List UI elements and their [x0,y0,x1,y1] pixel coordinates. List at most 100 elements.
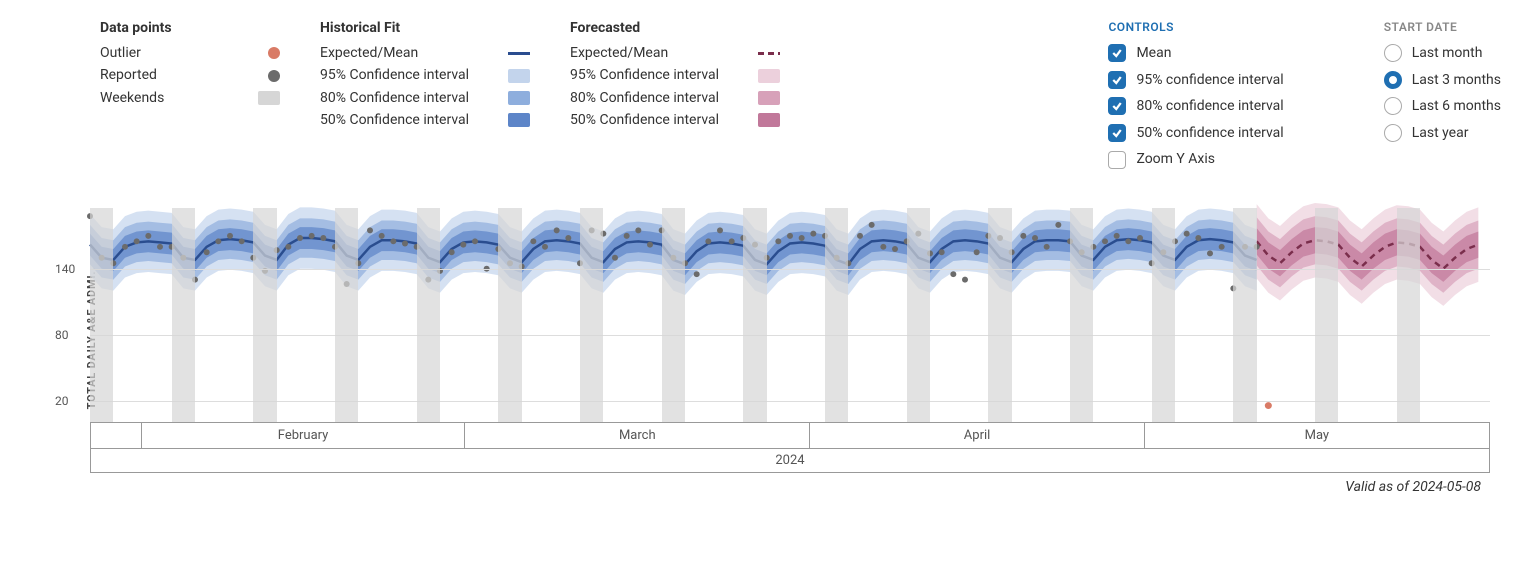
reported-point [402,240,408,246]
reported-point [1032,235,1038,241]
reported-point [145,233,151,239]
weekend-band [907,208,930,422]
reported-point [892,246,898,252]
start-date-radio[interactable]: Last 3 months [1384,67,1501,94]
checkbox-icon [1108,44,1126,62]
weekend-band [743,208,766,422]
radio-icon [1384,97,1402,115]
control-checkbox[interactable]: Mean [1108,40,1283,67]
reported-point [367,227,373,233]
start-date-radio[interactable]: Last year [1384,120,1501,147]
y-tick-label: 20 [55,394,69,408]
x-axis-month-cell [91,423,142,449]
reported-point [1102,238,1108,244]
legend-swatch-ci95 [508,69,530,83]
radio-icon [1384,124,1402,142]
x-axis-month-cell: February [142,423,465,449]
reported-point [787,233,793,239]
weekend-band [1233,208,1256,422]
valid-as-of: Valid as of 2024-05-08 [20,479,1501,495]
weekend-band [825,208,848,422]
legend-swatch-fmean-line [758,52,780,55]
reported-point [297,235,303,241]
reported-point [624,233,630,239]
reported-point [565,235,571,241]
reported-point [810,231,816,237]
x-axis-month-cell: April [810,423,1144,449]
reported-point [705,238,711,244]
reported-point [729,238,735,244]
reported-point [1125,238,1131,244]
weekend-band [172,208,195,422]
legend-item-label: Outlier [100,42,141,64]
start-date-radio[interactable]: Last 6 months [1384,93,1501,120]
legend-item-label: 50% Confidence interval [320,109,469,131]
controls-panel: CONTROLS Mean95% confidence interval80% … [1108,20,1283,173]
reported-point [449,249,455,255]
legend-item-label: Weekends [100,87,164,109]
legend-swatch-ci50 [508,113,530,127]
start-date-label: Last year [1412,120,1469,147]
legend-swatch-weekends [258,91,280,105]
reported-point [1044,244,1050,250]
reported-point [962,277,968,283]
reported-point [857,233,863,239]
control-checkbox[interactable]: 50% confidence interval [1108,120,1283,147]
legend-forecasted: Forecasted Expected/Mean 95% Confidence … [570,20,780,132]
legend-title: Data points [100,20,280,36]
checkbox-icon [1108,124,1126,142]
legend-item-label: 50% Confidence interval [570,109,719,131]
reported-point [309,233,315,239]
reported-point [542,244,548,250]
control-label: 95% confidence interval [1136,67,1283,94]
radio-icon [1384,71,1402,89]
weekend-band [662,208,685,422]
start-date-title: START DATE [1384,20,1501,34]
checkbox-icon [1108,151,1126,169]
legend-swatch-reported [268,70,280,82]
start-date-label: Last 6 months [1412,93,1501,120]
reported-point [215,238,221,244]
reported-point [694,271,700,277]
reported-point [320,235,326,241]
reported-point [472,238,478,244]
legend-swatch-fci80 [758,91,780,105]
y-tick-label: 80 [55,328,69,342]
chart-plot-area[interactable]: 2080140 [90,203,1490,423]
reported-point [612,255,618,261]
weekend-band [1397,208,1420,422]
reported-point [227,233,233,239]
x-axis-months: FebruaryMarchAprilMay [90,423,1490,449]
legend-swatch-fci95 [758,69,780,83]
weekend-band [1070,208,1093,422]
legend-item-label: 80% Confidence interval [570,87,719,109]
reported-point [1114,233,1120,239]
control-label: 50% confidence interval [1136,120,1283,147]
legend-swatch-mean-line [508,52,530,55]
reported-point [239,238,245,244]
reported-point [939,249,945,255]
weekend-band [580,208,603,422]
control-checkbox[interactable]: Zoom Y Axis [1108,146,1283,173]
weekend-band [1315,208,1338,422]
control-checkbox[interactable]: 80% confidence interval [1108,93,1283,120]
reported-point [1207,250,1213,256]
weekend-band [90,208,113,422]
x-axis-month-cell: March [465,423,810,449]
start-date-panel: START DATE Last monthLast 3 monthsLast 6… [1384,20,1501,146]
start-date-radio[interactable]: Last month [1384,40,1501,67]
reported-point [134,238,140,244]
x-axis-year: 2024 [90,449,1490,473]
reported-point [1020,233,1026,239]
weekend-band [417,208,440,422]
reported-point [554,227,560,233]
legend-item-label: Reported [100,64,157,86]
reported-point [285,244,291,250]
control-checkbox[interactable]: 95% confidence interval [1108,67,1283,94]
legend-item-label: Expected/Mean [570,42,668,64]
radio-icon [1384,44,1402,62]
legend-item-label: Expected/Mean [320,42,418,64]
reported-point [799,235,805,241]
legend-item-label: 80% Confidence interval [320,87,469,109]
legend-item-label: 95% Confidence interval [570,64,719,86]
